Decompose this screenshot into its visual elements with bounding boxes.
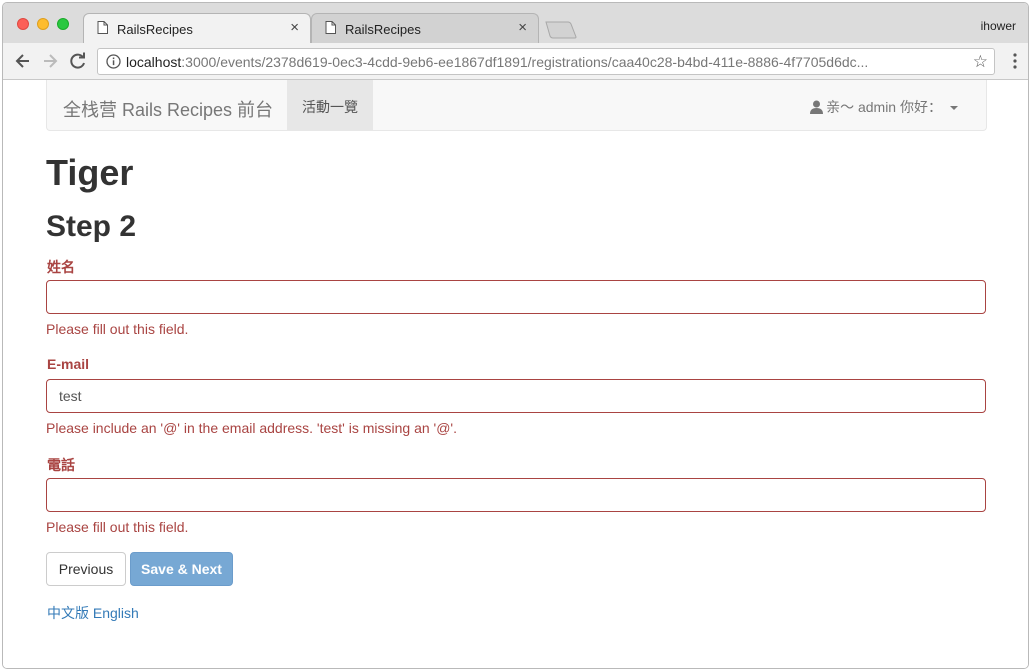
navbar-brand[interactable]: 全栈营 Rails Recipes 前台 (63, 96, 273, 122)
language-switcher: 中文版 English (47, 603, 139, 623)
browser-toolbar: localhost:3000/events/2378d619-0ec3-4cdd… (3, 43, 1028, 80)
tab-strip: RailsRecipes × RailsRecipes × ihower (3, 3, 1028, 43)
menu-dots-icon[interactable] (1013, 53, 1017, 69)
step-title: Step 2 (46, 210, 137, 243)
window-close-button[interactable] (17, 18, 29, 30)
tab-railsrecipes-2[interactable]: RailsRecipes × (311, 13, 539, 43)
name-field[interactable] (46, 280, 986, 314)
url-text: localhost:3000/events/2378d619-0ec3-4cdd… (126, 54, 869, 70)
site-navbar: 全栈营 Rails Recipes 前台 活動一覽 亲～ admin 你好： (46, 80, 987, 131)
tab-railsrecipes-1[interactable]: RailsRecipes × (83, 13, 311, 43)
user-greeting: 亲～ admin 你好： (826, 99, 942, 115)
back-arrow-icon[interactable] (13, 51, 33, 71)
email-label: E-mail (47, 356, 90, 372)
name-label: 姓名 (47, 259, 75, 275)
caret-down-icon (950, 106, 958, 111)
tab-title: RailsRecipes (117, 22, 193, 37)
window-maximize-button[interactable] (57, 18, 69, 30)
document-icon (97, 21, 108, 34)
user-dropdown[interactable]: 亲～ admin 你好： (810, 97, 958, 117)
info-icon[interactable] (106, 54, 121, 69)
forward-arrow-icon[interactable] (40, 51, 60, 71)
phone-error: Please fill out this field. (46, 519, 189, 535)
nav-item-label: 活動一覽 (302, 99, 358, 115)
previous-button[interactable]: Previous (46, 552, 126, 586)
name-error: Please fill out this field. (46, 321, 189, 337)
browser-window: RailsRecipes × RailsRecipes × ihower loc… (2, 2, 1029, 669)
save-next-button[interactable]: Save & Next (130, 552, 233, 586)
page-title: Tiger (46, 152, 134, 193)
nav-item-events[interactable]: 活動一覽 (287, 80, 373, 130)
reload-icon[interactable] (68, 51, 88, 71)
email-field[interactable] (46, 379, 986, 413)
phone-label: 電話 (47, 457, 75, 473)
star-icon[interactable]: ☆ (973, 52, 988, 72)
tab-title: RailsRecipes (345, 22, 421, 37)
email-error: Please include an '@' in the email addre… (46, 420, 457, 436)
page-content: 全栈营 Rails Recipes 前台 活動一覽 亲～ admin 你好： T… (3, 80, 1028, 668)
phone-field[interactable] (46, 478, 986, 512)
close-icon[interactable]: × (518, 19, 527, 37)
close-icon[interactable]: × (290, 19, 299, 37)
document-icon (325, 21, 336, 34)
address-bar[interactable]: localhost:3000/events/2378d619-0ec3-4cdd… (97, 48, 995, 75)
window-minimize-button[interactable] (37, 18, 49, 30)
profile-name[interactable]: ihower (981, 19, 1016, 33)
lang-en-link[interactable]: English (93, 605, 139, 621)
user-icon (810, 100, 824, 114)
new-tab-button[interactable] (545, 21, 577, 39)
lang-zh-link[interactable]: 中文版 (47, 605, 89, 621)
